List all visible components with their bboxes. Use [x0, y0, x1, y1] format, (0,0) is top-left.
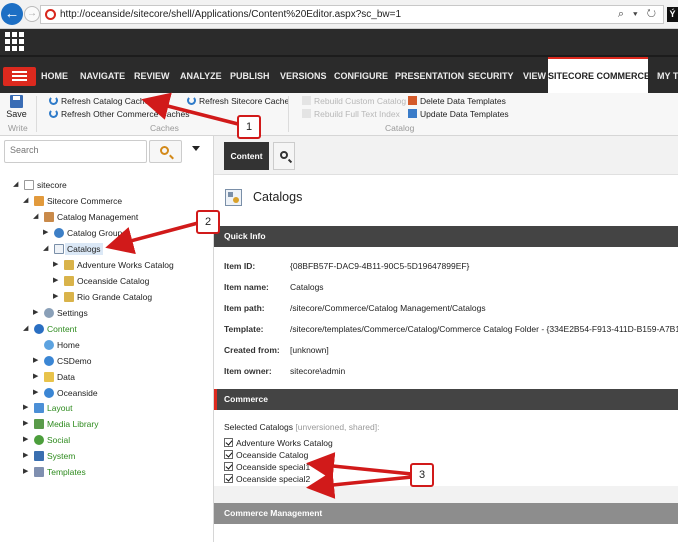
callout-2: 2 — [196, 210, 220, 234]
callout-3: 3 — [410, 463, 434, 487]
arrow-1 — [141, 92, 239, 126]
arrow-2 — [105, 221, 199, 255]
annotation-arrows — [105, 92, 413, 499]
callout-1: 1 — [237, 115, 261, 139]
screenshot-root: ← → http://oceanside/sitecore/shell/Appl… — [0, 0, 678, 542]
arrow-3b — [306, 470, 413, 499]
arrow-3a — [306, 452, 413, 481]
